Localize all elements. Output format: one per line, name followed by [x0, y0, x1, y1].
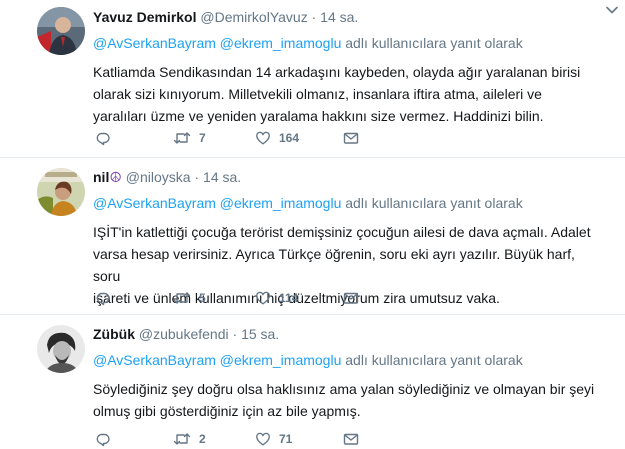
author-handle[interactable]: @zubukefendi [139, 326, 229, 342]
avatar[interactable] [37, 7, 85, 55]
direct-message-button[interactable] [343, 128, 359, 148]
direct-message-button[interactable] [343, 429, 359, 449]
reply-context: @AvSerkanBayram @ekrem_imamoglu adlı kul… [93, 194, 615, 212]
like-count: 164 [279, 131, 300, 145]
avatar[interactable] [37, 325, 85, 373]
timestamp[interactable]: 14 sa. [203, 169, 241, 185]
tweet-header: Yavuz Demirkol @DemirkolYavuz · 14 sa. [93, 8, 615, 26]
direct-message-icon [343, 130, 359, 146]
tweet-menu-button[interactable] [605, 2, 619, 14]
separator-dot: · [232, 326, 238, 342]
peace-symbol: ☮ [109, 169, 122, 185]
tweet-actions: 2 71 [93, 429, 493, 449]
heart-icon [255, 130, 271, 146]
tweet-text-line: Katliamda Sendikasından 14 arkadaşını ka… [93, 64, 581, 80]
reply-context-text: adlı kullanıcılara yanıt olarak [345, 195, 523, 211]
author-handle[interactable]: @DemirkolYavuz [200, 9, 307, 25]
author-handle[interactable]: @niloyska [126, 169, 191, 185]
author-name[interactable]: Yavuz Demirkol [93, 9, 197, 25]
tweet-header: Zübük @zubukefendi · 15 sa. [93, 325, 615, 343]
separator-dot: · [194, 169, 200, 185]
tweet-text-line: IŞİT'in katlettiği çocuğa terörist demiş… [93, 224, 591, 240]
reply-context: @AvSerkanBayram @ekrem_imamoglu adlı kul… [93, 351, 615, 369]
reply-context-text: adlı kullanıcılara yanıt olarak [345, 35, 523, 51]
tweet-text-line: olmuş gibi gösterdiğiniz için az bile ya… [93, 403, 361, 419]
tweet-actions: 5 114 [93, 288, 493, 308]
tweet-text-line: Söylediğiniz şey doğru olsa haklısınız a… [93, 381, 595, 397]
direct-message-icon [343, 431, 359, 447]
like-button[interactable]: 114 [255, 288, 298, 308]
tweet-text-line: olarak sizi kınıyorum. Milletvekili olma… [93, 86, 542, 102]
separator-dot: · [311, 9, 317, 25]
mention-link[interactable]: @AvSerkanBayram [93, 195, 216, 211]
direct-message-button[interactable] [343, 288, 359, 308]
timestamp[interactable]: 15 sa. [241, 326, 279, 342]
tweet-text: Katliamda Sendikasından 14 arkadaşını ka… [93, 61, 603, 127]
tweet-text-line: yaralıları üzme ve yeniden yaralama hakk… [93, 108, 544, 124]
like-button[interactable]: 71 [255, 429, 292, 449]
like-count: 114 [279, 291, 299, 305]
mention-link[interactable]: @ekrem_imamoglu [220, 352, 342, 368]
retweet-button[interactable]: 2 [173, 429, 206, 449]
direct-message-icon [343, 290, 359, 306]
retweet-icon [173, 130, 191, 146]
retweet-button[interactable]: 5 [173, 288, 206, 308]
reply-context-text: adlı kullanıcılara yanıt olarak [345, 352, 523, 368]
retweet-count: 7 [199, 131, 206, 145]
mention-link[interactable]: @AvSerkanBayram [93, 352, 216, 368]
tweet-text-line: varsa hesap verirsiniz. Ayrıca Türkçe öğ… [93, 246, 575, 284]
reply-context: @AvSerkanBayram @ekrem_imamoglu adlı kul… [93, 34, 615, 52]
mention-link[interactable]: @ekrem_imamoglu [220, 195, 342, 211]
heart-icon [255, 290, 271, 306]
timestamp[interactable]: 14 sa. [320, 9, 358, 25]
tweet[interactable]: nil☮ @niloyska · 14 sa. @AvSerkanBayram … [0, 158, 625, 315]
reply-icon [95, 431, 111, 447]
tweet-actions: 7 164 [93, 128, 493, 148]
heart-icon [255, 431, 271, 447]
like-button[interactable]: 164 [255, 128, 299, 148]
reply-button[interactable] [95, 288, 111, 308]
tweet[interactable]: Yavuz Demirkol @DemirkolYavuz · 14 sa. @… [0, 0, 625, 158]
tweet-text: Söylediğiniz şey doğru olsa haklısınız a… [93, 378, 603, 422]
retweet-button[interactable]: 7 [173, 128, 206, 148]
reply-button[interactable] [95, 128, 111, 148]
author-name[interactable]: Zübük [93, 326, 135, 342]
retweet-icon [173, 431, 191, 447]
retweet-count: 5 [199, 291, 206, 305]
retweet-count: 2 [199, 432, 206, 446]
tweet-header: nil☮ @niloyska · 14 sa. [93, 168, 615, 186]
like-count: 71 [279, 432, 293, 446]
mention-link[interactable]: @ekrem_imamoglu [220, 35, 342, 51]
reply-button[interactable] [95, 429, 111, 449]
avatar[interactable] [37, 168, 85, 216]
author-name[interactable]: nil [93, 169, 109, 185]
reply-icon [95, 290, 111, 306]
retweet-icon [173, 290, 191, 306]
chevron-down-icon [605, 2, 619, 19]
tweet[interactable]: Zübük @zubukefendi · 15 sa. @AvSerkanBay… [0, 315, 625, 449]
mention-link[interactable]: @AvSerkanBayram [93, 35, 216, 51]
reply-icon [95, 130, 111, 146]
